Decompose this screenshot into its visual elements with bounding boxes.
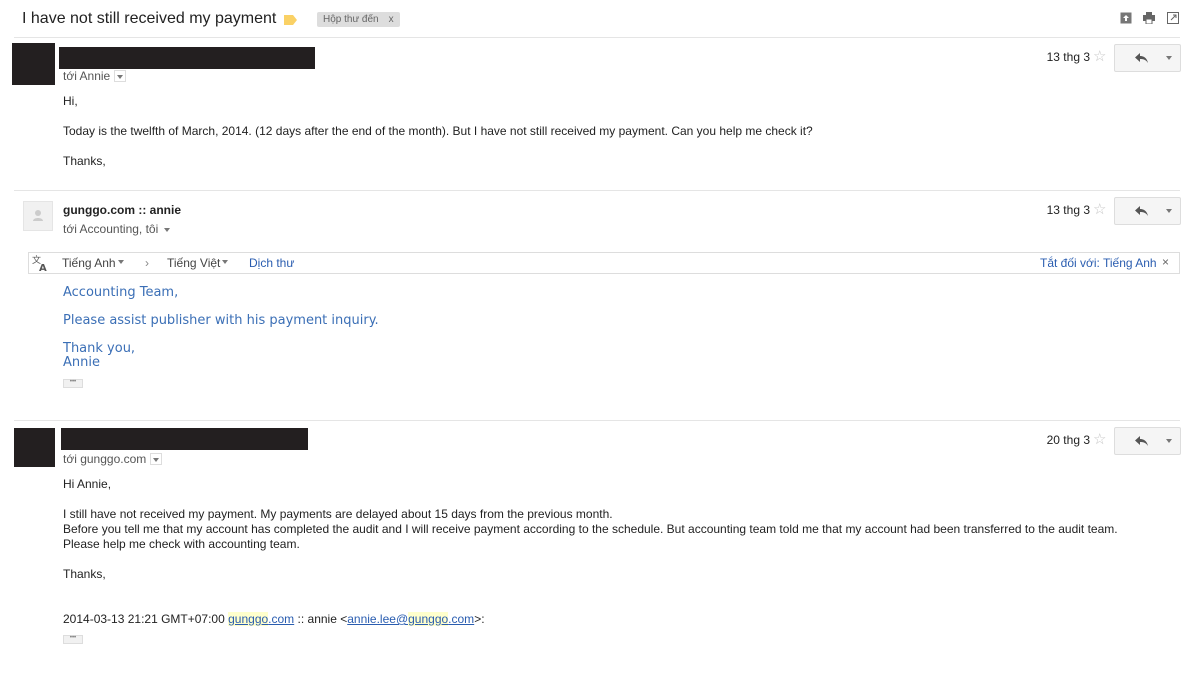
- chevron-down-icon: [153, 457, 160, 462]
- recipient-text: tới gunggo.com: [63, 452, 147, 466]
- details-dropdown[interactable]: [114, 69, 127, 82]
- quote-sender: :: annie <: [294, 612, 348, 626]
- recipient-line[interactable]: tới gunggo.com: [63, 452, 163, 466]
- chevron-down-icon: [222, 259, 229, 264]
- chevron-down-icon: [117, 259, 124, 264]
- avatar: [12, 43, 55, 85]
- message-date[interactable]: 20 thg 3: [1030, 433, 1090, 447]
- target-language-label: Tiếng Việt: [167, 256, 221, 270]
- message-body-line: Today is the twelfth of March, 2014. (12…: [63, 124, 813, 138]
- message-body-line: Annie: [63, 355, 100, 370]
- more-actions-button[interactable]: [1158, 197, 1181, 225]
- target-language-select[interactable]: Tiếng Việt: [167, 256, 229, 270]
- remove-label-button[interactable]: x: [389, 14, 394, 25]
- recipient-text: tới Annie: [63, 69, 111, 83]
- print-icon[interactable]: [1143, 12, 1156, 25]
- chevron-down-icon: [1166, 56, 1172, 60]
- inbox-label-chip[interactable]: Hộp thư đến x: [317, 12, 400, 27]
- star-icon[interactable]: ☆: [1093, 430, 1106, 448]
- redacted-sender-name: [61, 428, 308, 450]
- message-body-line: Hi,: [63, 94, 78, 108]
- details-dropdown[interactable]: [150, 452, 163, 465]
- divider: [14, 420, 1180, 421]
- svg-text:A: A: [39, 263, 47, 272]
- translate-bar: 文A Tiếng Anh › Tiếng Việt Dịch thư Tắt đ…: [28, 252, 1180, 274]
- divider: [14, 37, 1180, 38]
- message-body-line: Accounting Team,: [63, 285, 179, 300]
- message-body-line: Thanks,: [63, 567, 106, 581]
- message-date[interactable]: 13 thg 3: [1030, 50, 1090, 64]
- arrow-right-icon: ›: [145, 256, 149, 270]
- message-date[interactable]: 13 thg 3: [1030, 203, 1090, 217]
- header-actions: [1112, 12, 1179, 27]
- translate-icon: 文A: [31, 254, 49, 275]
- chevron-down-icon: [117, 74, 124, 79]
- message-body-line: Thanks,: [63, 154, 106, 168]
- close-icon[interactable]: ×: [1162, 255, 1169, 269]
- translate-message-link[interactable]: Dịch thư: [249, 256, 294, 270]
- reply-icon: [1135, 50, 1149, 66]
- avatar: [23, 201, 53, 231]
- chevron-down-icon: [1166, 209, 1172, 213]
- sender-name[interactable]: gunggo.com :: annie: [63, 203, 181, 217]
- quote-suffix: >:: [474, 612, 485, 626]
- source-language-label: Tiếng Anh: [62, 256, 116, 270]
- message-body-line: Thank you,: [63, 341, 136, 356]
- more-actions-button[interactable]: [1158, 427, 1181, 455]
- reply-icon: [1135, 203, 1149, 219]
- inbox-label-text: Hộp thư đến: [323, 14, 379, 25]
- star-icon[interactable]: ☆: [1093, 200, 1106, 218]
- quoted-header: 2014-03-13 21:21 GMT+07:00 gunggo.com ::…: [63, 612, 485, 626]
- sender-email-link[interactable]: annie.lee@gunggo.com: [347, 612, 474, 626]
- important-label-icon[interactable]: [284, 14, 297, 25]
- conversation-subject: I have not still received my payment: [22, 10, 277, 27]
- message-body-line: Hi Annie,: [63, 477, 112, 491]
- link-text: gunggo: [228, 612, 269, 626]
- divider: [14, 190, 1180, 191]
- source-language-select[interactable]: Tiếng Anh: [62, 256, 124, 270]
- message-body-line: Before you tell me that my account has c…: [63, 522, 1118, 536]
- message-body-line: I still have not received my payment. My…: [63, 507, 613, 521]
- show-trimmed-content-button[interactable]: •••: [63, 379, 83, 388]
- recipient-line[interactable]: tới Accounting, tôi: [63, 222, 172, 236]
- show-trimmed-content-button[interactable]: •••: [63, 635, 83, 644]
- avatar: [14, 428, 55, 467]
- chevron-down-icon: [1166, 439, 1172, 443]
- more-actions-button[interactable]: [1158, 44, 1181, 72]
- chevron-down-icon: [164, 227, 171, 232]
- link-text: gunggo: [408, 612, 449, 626]
- quote-date: 2014-03-13 21:21 GMT+07:00: [63, 612, 229, 626]
- link-text: annie.lee@: [347, 612, 409, 626]
- sender-domain-link[interactable]: gunggo.com: [228, 612, 294, 626]
- message-body-line: Please assist publisher with his payment…: [63, 313, 379, 328]
- link-text: .com: [268, 612, 295, 626]
- recipient-text: tới Accounting, tôi: [63, 222, 159, 236]
- message-body-line: Please help me check with accounting tea…: [63, 537, 300, 551]
- star-icon[interactable]: ☆: [1093, 47, 1106, 65]
- redacted-sender-name: [59, 47, 315, 69]
- details-dropdown[interactable]: [162, 224, 172, 234]
- reply-icon: [1135, 433, 1149, 449]
- link-text: .com: [448, 612, 475, 626]
- expand-all-icon[interactable]: [1120, 12, 1132, 24]
- turn-off-translation-link[interactable]: Tắt đối với: Tiếng Anh: [1040, 256, 1157, 270]
- new-window-icon[interactable]: [1166, 12, 1179, 24]
- recipient-line[interactable]: tới Annie: [63, 69, 127, 83]
